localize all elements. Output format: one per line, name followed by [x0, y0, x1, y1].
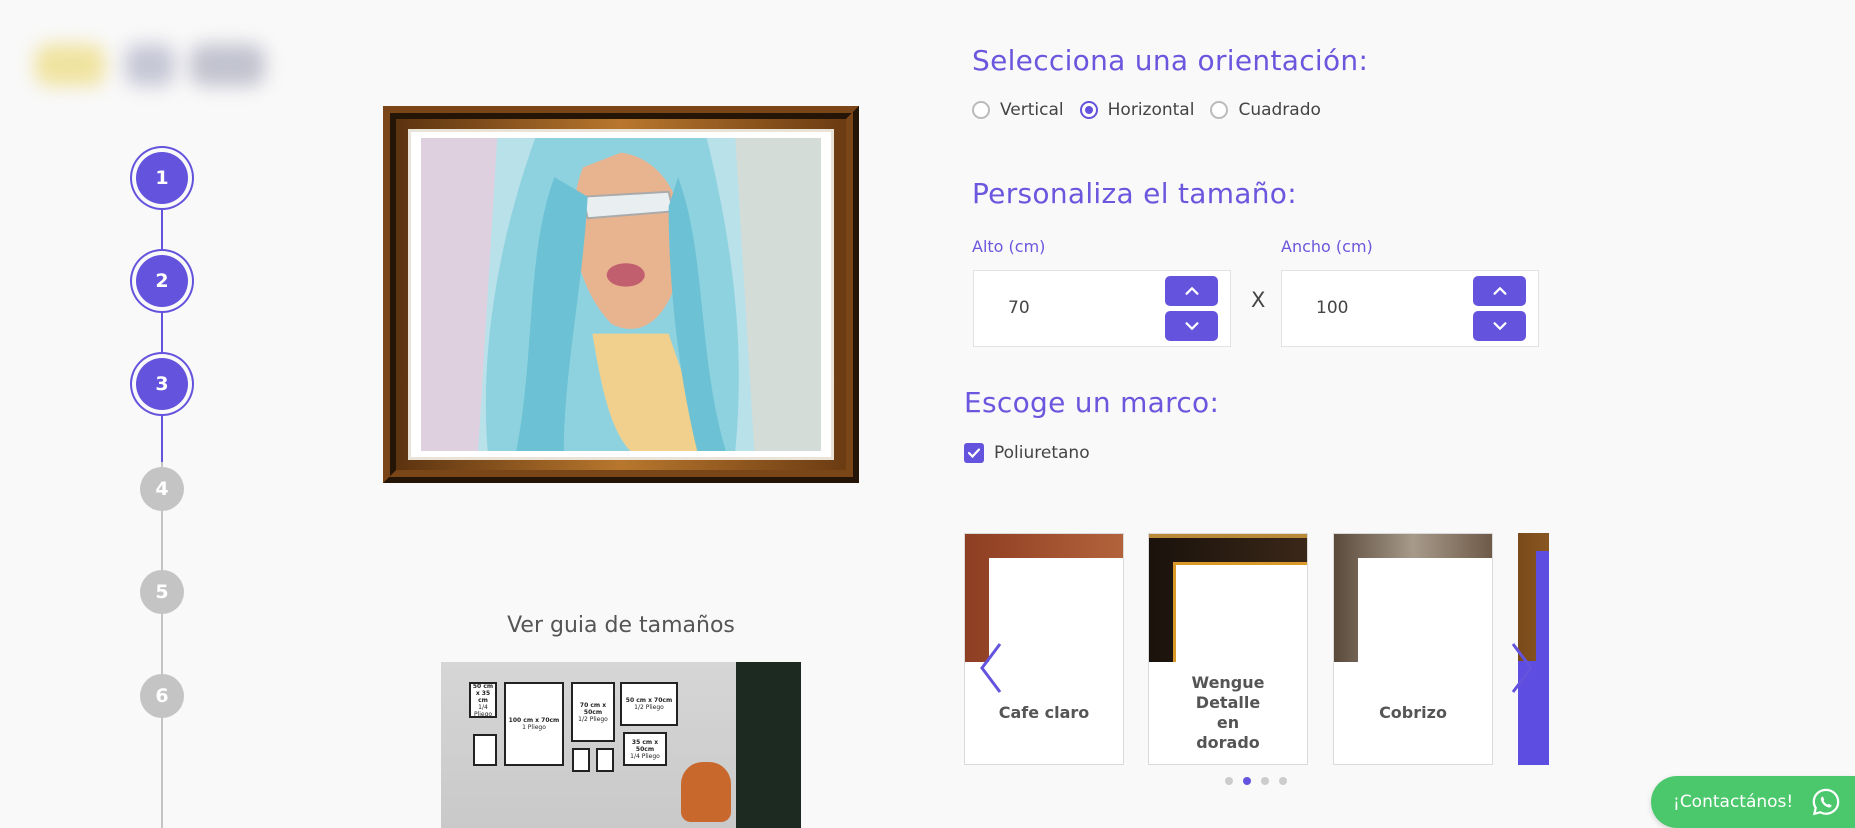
contact-label: ¡Contactános!: [1673, 792, 1794, 812]
alto-increment-button[interactable]: [1165, 276, 1218, 306]
guide-frame-small: [572, 748, 590, 772]
frame-sample: [1149, 534, 1307, 662]
carousel-dot-active[interactable]: [1243, 777, 1251, 785]
carousel-dot[interactable]: [1279, 777, 1287, 785]
frame-card-name: Cobrizo: [1379, 703, 1447, 722]
ancho-increment-button[interactable]: [1473, 276, 1526, 306]
size-title: Personaliza el tamaño:: [972, 177, 1297, 210]
frame-title: Escoge un marco:: [964, 386, 1220, 419]
alto-label: Alto (cm): [972, 237, 1046, 256]
frame-sample: [1334, 534, 1492, 662]
carousel-dot[interactable]: [1225, 777, 1233, 785]
ancho-label: Ancho (cm): [1281, 237, 1373, 256]
carousel-dots: [1225, 777, 1287, 785]
radio-square[interactable]: [1210, 101, 1229, 119]
orientation-square[interactable]: Cuadrado: [1210, 100, 1321, 120]
step-4[interactable]: 4: [140, 467, 184, 511]
orientation-options: Vertical Horizontal Cuadrado: [972, 100, 1337, 120]
step-5[interactable]: 5: [140, 570, 184, 614]
orientation-title: Selecciona una orientación:: [972, 44, 1369, 77]
size-guide-link[interactable]: Ver guia de tamaños: [383, 613, 859, 638]
guide-frame: 70 cm x 50cm 1/2 Pliego: [571, 682, 615, 742]
guide-frame-small: [596, 748, 614, 772]
alto-input[interactable]: 70: [973, 270, 1231, 347]
step-6[interactable]: 6: [140, 674, 184, 718]
alto-decrement-button[interactable]: [1165, 311, 1218, 341]
stepper-line-done: [161, 178, 163, 462]
ancho-input[interactable]: 100: [1281, 270, 1539, 347]
frame-mat: [408, 129, 834, 460]
frame-carousel: Cafe claro Wengue Detalle en dorado Cobr…: [964, 532, 1549, 767]
chevron-up-icon: [1184, 286, 1199, 295]
guide-frame: 100 cm x 70cm 1 Pliego: [504, 682, 564, 766]
whatsapp-icon: [1812, 788, 1840, 816]
orientation-square-label: Cuadrado: [1238, 100, 1321, 120]
chevron-down-icon: [1184, 322, 1199, 331]
window-backdrop: [736, 662, 801, 828]
contact-button[interactable]: ¡Contactános!: [1651, 776, 1855, 828]
frame-card-cobrizo[interactable]: Cobrizo: [1333, 533, 1493, 765]
stepper-line-pending: [161, 462, 163, 828]
chevron-up-icon: [1492, 286, 1507, 295]
step-1[interactable]: 1: [136, 152, 188, 204]
chevron-down-icon: [1492, 322, 1507, 331]
guide-frame: 50 cm x 35 cm 1/4 Pliego: [469, 682, 497, 718]
alto-value[interactable]: 70: [1008, 298, 1030, 318]
orientation-vertical[interactable]: Vertical: [972, 100, 1064, 120]
guide-frame: 35 cm x 50cm 1/4 Pliego: [623, 732, 667, 766]
material-label: Poliuretano: [994, 443, 1090, 463]
step-2[interactable]: 2: [136, 255, 188, 307]
frame-card-wengue[interactable]: Wengue Detalle en dorado: [1148, 533, 1308, 765]
artwork-image: [421, 138, 821, 451]
carousel-dot[interactable]: [1261, 777, 1269, 785]
orientation-horizontal[interactable]: Horizontal: [1079, 100, 1195, 120]
orientation-vertical-label: Vertical: [1000, 100, 1064, 120]
carousel-next-button[interactable]: [1507, 640, 1537, 696]
artwork-illustration: [421, 138, 821, 451]
radio-vertical[interactable]: [972, 101, 990, 119]
ancho-decrement-button[interactable]: [1473, 311, 1526, 341]
step-3[interactable]: 3: [136, 358, 188, 410]
check-icon: [967, 448, 981, 459]
ancho-value[interactable]: 100: [1316, 298, 1348, 318]
size-guide-image[interactable]: 50 cm x 35 cm 1/4 Pliego 100 cm x 70cm 1 P…: [441, 662, 801, 828]
chair-photo: [681, 762, 731, 822]
guide-frame: 50 cm x 70cm 1/2 Pliego: [620, 682, 678, 726]
guide-frame-small: [473, 734, 497, 766]
orientation-horizontal-label: Horizontal: [1107, 100, 1195, 120]
radio-horizontal[interactable]: [1079, 101, 1098, 119]
material-option[interactable]: Poliuretano: [964, 443, 1090, 463]
carousel-prev-button[interactable]: [976, 640, 1006, 696]
dimension-separator: X: [1251, 288, 1266, 312]
material-checkbox[interactable]: [964, 443, 984, 463]
brand-logo: [20, 22, 310, 117]
framed-preview: [383, 106, 859, 483]
frame-card-name: Wengue Detalle en dorado: [1191, 673, 1265, 752]
